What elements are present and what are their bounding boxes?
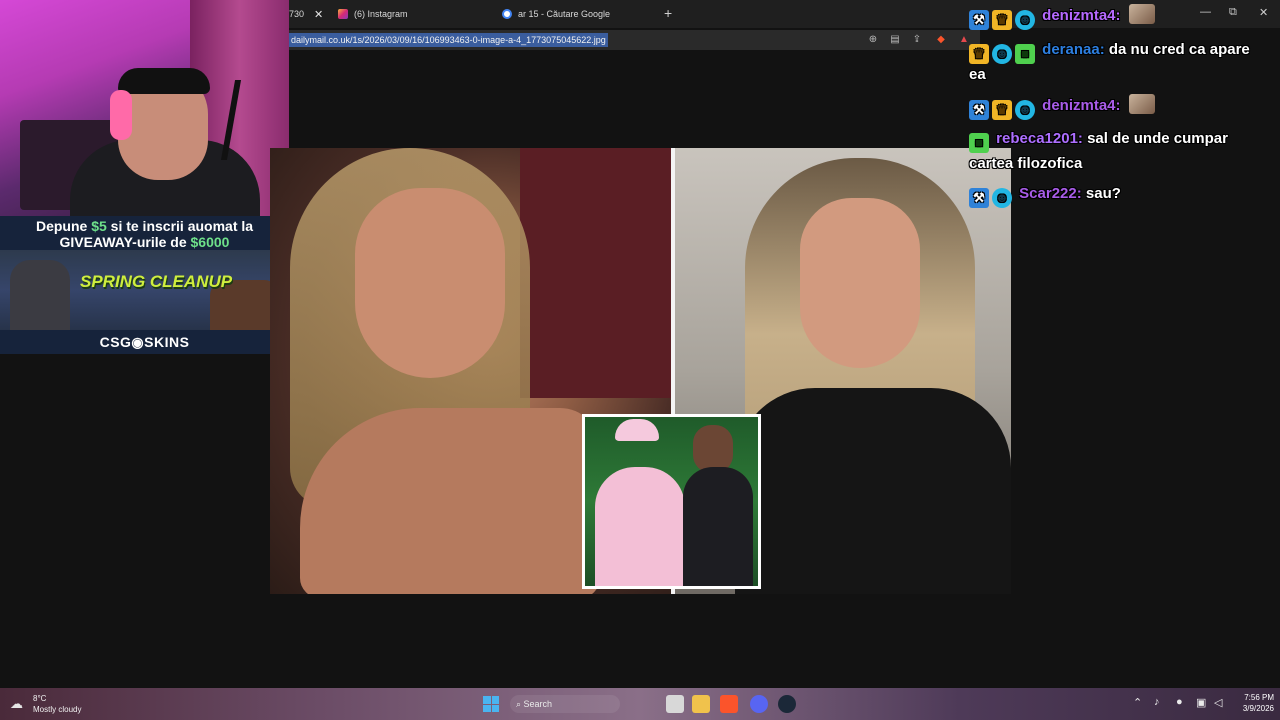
inset-person bbox=[595, 467, 685, 586]
weather-temperature[interactable]: 8°C bbox=[33, 694, 46, 703]
photo-background bbox=[520, 148, 671, 398]
tab-label: ar 15 - Căutare Google bbox=[518, 9, 611, 19]
tab-google-search[interactable]: ar 15 - Căutare Google bbox=[502, 4, 610, 24]
file-explorer-icon[interactable] bbox=[692, 695, 710, 713]
headset bbox=[110, 90, 132, 140]
promo-banner-title: SPRING CLEANUP bbox=[80, 272, 233, 291]
address-bar[interactable]: dailymail.co.uk/1s/2026/03/09/16/1069934… bbox=[289, 30, 980, 50]
tab-current[interactable]: 730 ✕ bbox=[289, 4, 323, 24]
share-icon[interactable]: ⇪ bbox=[910, 33, 924, 47]
chat-username[interactable]: rebeca1201: bbox=[996, 130, 1083, 147]
reader-icon[interactable]: ▤ bbox=[888, 33, 902, 47]
robot-badge-icon: ☻ bbox=[992, 188, 1012, 208]
chat-message: ⚒ ☻ Scar222: sau? bbox=[969, 183, 1269, 208]
chat-username[interactable]: Scar222: bbox=[1019, 185, 1082, 202]
tab-instagram[interactable]: (6) Instagram bbox=[338, 4, 408, 24]
speaker-icon[interactable]: ♪ bbox=[1154, 696, 1160, 708]
inset-person bbox=[683, 467, 753, 586]
photo-arm bbox=[300, 408, 600, 594]
promo-line-1: Depune $5 si te inscrii auomat la bbox=[0, 218, 289, 234]
windows-start-icon[interactable] bbox=[483, 696, 499, 712]
promo-text: GIVEAWAY-urile de bbox=[59, 234, 191, 250]
photo-clothing bbox=[735, 388, 1011, 594]
search-label: Search bbox=[523, 699, 553, 709]
promo-line-2: GIVEAWAY-urile de $6000 bbox=[0, 234, 289, 250]
gift-badge-icon: ■ bbox=[1015, 44, 1035, 64]
moderator-badge-icon: ⚒ bbox=[969, 100, 989, 120]
streamer-cap bbox=[118, 68, 210, 94]
robot-badge-icon: ☻ bbox=[1015, 10, 1035, 30]
chat-message: ♛ ☻ ■ deranaa: da nu cred ca apare ea bbox=[969, 39, 1269, 86]
emote-icon bbox=[1128, 4, 1155, 24]
gift-badge-icon: ■ bbox=[969, 133, 989, 153]
new-tab-button[interactable]: + bbox=[664, 5, 672, 21]
taskbar-search[interactable]: ⌕ Search bbox=[510, 695, 620, 713]
taskbar: ☁ 8°C Mostly cloudy ⌕ Search ⌃ ♪ ● ▣ ◁ 7… bbox=[0, 688, 1280, 720]
crown-badge-icon: ♛ bbox=[969, 44, 989, 64]
chat-username[interactable]: denizmta4: bbox=[1042, 97, 1120, 114]
chat-text: sau? bbox=[1085, 185, 1121, 202]
inset-photo-content bbox=[585, 417, 758, 586]
promo-character bbox=[10, 260, 70, 330]
crown-badge-icon: ♛ bbox=[992, 10, 1012, 30]
zoom-icon[interactable]: ⊕ bbox=[866, 33, 880, 47]
tab-label: (6) Instagram bbox=[354, 9, 408, 19]
weather-description[interactable]: Mostly cloudy bbox=[33, 705, 81, 714]
photo-face bbox=[355, 188, 505, 378]
weather-cloud-icon[interactable]: ☁ bbox=[10, 696, 30, 711]
promo-text: Depune bbox=[35, 218, 92, 234]
brave-shield-icon[interactable]: ◆ bbox=[934, 33, 948, 47]
moderator-badge-icon: ⚒ bbox=[969, 188, 989, 208]
robot-badge-icon: ☻ bbox=[1015, 100, 1035, 120]
tab-close-icon[interactable]: ✕ bbox=[314, 8, 323, 21]
chat-message: ⚒ ♛ ☻ denizmta4: bbox=[969, 94, 1269, 120]
promo-amount: $6000 bbox=[190, 234, 230, 250]
tab-label: 730 bbox=[289, 9, 305, 19]
discord-icon[interactable] bbox=[750, 695, 768, 713]
brave-browser-icon[interactable] bbox=[720, 695, 738, 713]
inset-person-head bbox=[693, 425, 733, 473]
volume-icon[interactable]: ◁ bbox=[1214, 696, 1222, 709]
main-image[interactable] bbox=[270, 148, 1011, 594]
chevron-up-icon[interactable]: ⌃ bbox=[1133, 696, 1142, 709]
instagram-icon bbox=[338, 9, 348, 19]
chat-username[interactable]: denizmta4: bbox=[1042, 7, 1120, 24]
photo-face bbox=[800, 198, 920, 368]
steam-icon[interactable] bbox=[778, 695, 796, 713]
chat-username[interactable]: deranaa: bbox=[1042, 41, 1105, 58]
task-view-icon[interactable] bbox=[666, 695, 684, 713]
robot-badge-icon: ☻ bbox=[992, 44, 1012, 64]
chat-message: ■ rebeca1201: sal de unde cumpar cartea … bbox=[969, 128, 1269, 175]
microphone-icon[interactable]: ● bbox=[1176, 696, 1183, 708]
clock-date[interactable]: 3/9/2026 bbox=[1232, 704, 1274, 713]
promo-banner: SPRING CLEANUP bbox=[0, 250, 289, 330]
screen: 730 ✕ (6) Instagram ar 15 - Căutare Goog… bbox=[0, 0, 1280, 720]
sponsor-logo: CSG◉SKINS bbox=[99, 334, 190, 350]
promo-amount: $5 bbox=[91, 218, 107, 234]
clock-time[interactable]: 7:56 PM bbox=[1234, 693, 1274, 702]
chat-text: da nu cred ca apare ea bbox=[969, 41, 1250, 83]
crown-badge-icon: ♛ bbox=[992, 100, 1012, 120]
moderator-badge-icon: ⚒ bbox=[969, 10, 989, 30]
inset-photo bbox=[582, 414, 761, 589]
webcam-feed bbox=[0, 0, 289, 216]
sponsor-panel: Depune $5 si te inscrii auomat la GIVEAW… bbox=[0, 216, 289, 354]
google-icon bbox=[502, 9, 512, 19]
network-icon[interactable]: ▣ bbox=[1196, 696, 1206, 709]
url-text[interactable]: dailymail.co.uk/1s/2026/03/09/16/1069934… bbox=[289, 33, 608, 47]
promo-text: si te inscrii auomat la bbox=[106, 218, 254, 234]
inset-hat bbox=[615, 419, 659, 441]
chat-message: ⚒ ♛ ☻ denizmta4: bbox=[969, 4, 1269, 30]
emote-icon bbox=[1128, 94, 1155, 114]
